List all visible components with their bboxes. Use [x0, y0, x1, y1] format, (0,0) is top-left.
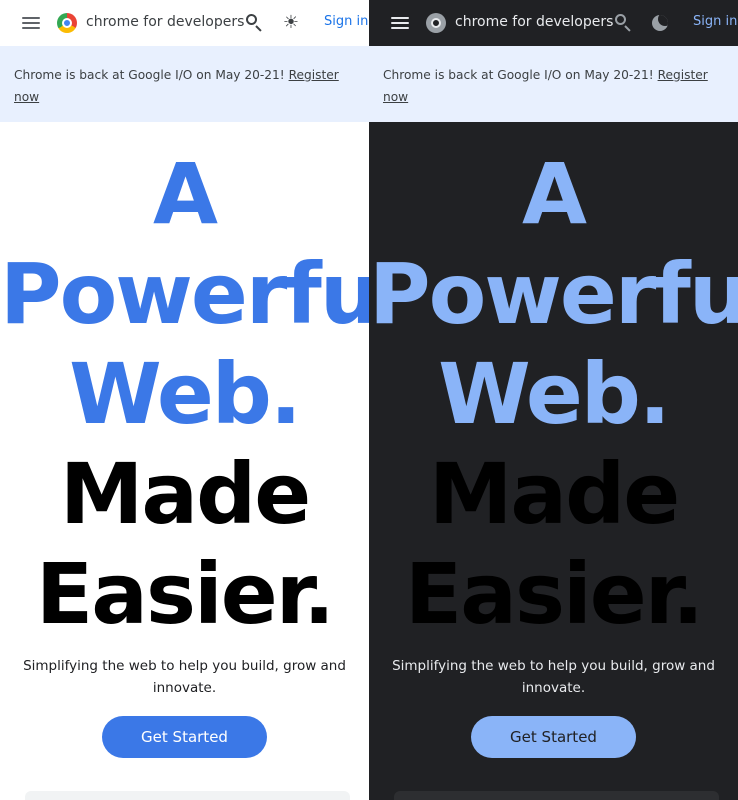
top-bar: chrome for developers Sign in	[369, 0, 738, 46]
announcement-banner: Chrome is back at Google I/O on May 20-2…	[0, 46, 369, 122]
site-title[interactable]: chrome for developers	[455, 12, 613, 32]
hero-subtitle: Simplifying the web to help you build, g…	[392, 658, 715, 696]
hero-line-5: Easier.	[404, 545, 704, 643]
search-icon[interactable]	[245, 13, 263, 32]
banner-text: Chrome is back at Google I/O on May 20-2…	[14, 68, 289, 82]
hero-line-2: Powerful	[0, 245, 369, 343]
chrome-logo-icon[interactable]	[426, 13, 446, 33]
moon-icon[interactable]	[649, 12, 671, 34]
search-icon[interactable]	[614, 13, 632, 32]
sign-in-link[interactable]: Sign in	[324, 13, 368, 31]
chrome-logo-icon[interactable]	[57, 13, 77, 33]
sign-in-link[interactable]: Sign in	[693, 13, 737, 31]
hero-line-3: Web.	[69, 345, 302, 443]
hero-line-4: Made	[59, 445, 311, 543]
hero-line-5: Easier.	[35, 545, 335, 643]
hero-line-4: Made	[428, 445, 680, 543]
get-started-button[interactable]: Get Started	[471, 716, 636, 758]
menu-icon[interactable]	[22, 15, 40, 30]
site-title[interactable]: chrome for developers	[86, 12, 244, 32]
light-theme-pane: chrome for developers ☀ Sign in Chrome i…	[0, 0, 369, 800]
menu-icon[interactable]	[391, 15, 409, 30]
banner-text: Chrome is back at Google I/O on May 20-2…	[383, 68, 658, 82]
hero-line-2: Powerful	[369, 245, 738, 343]
content-card[interactable]	[394, 791, 719, 800]
announcement-banner: Chrome is back at Google I/O on May 20-2…	[369, 46, 738, 122]
hero-heading: A Powerful Web. Made Easier.	[0, 144, 369, 644]
sun-icon[interactable]: ☀	[280, 12, 302, 34]
hero-line-1: A	[521, 145, 587, 243]
hero-line-1: A	[152, 145, 218, 243]
top-bar: chrome for developers ☀ Sign in	[0, 0, 369, 46]
dark-theme-pane: chrome for developers Sign in Chrome is …	[369, 0, 738, 800]
content-card[interactable]	[25, 791, 350, 800]
hero-subtitle: Simplifying the web to help you build, g…	[23, 658, 346, 696]
hero-heading: A Powerful Web. Made Easier.	[369, 144, 738, 644]
hero-line-3: Web.	[438, 345, 671, 443]
get-started-button[interactable]: Get Started	[102, 716, 267, 758]
